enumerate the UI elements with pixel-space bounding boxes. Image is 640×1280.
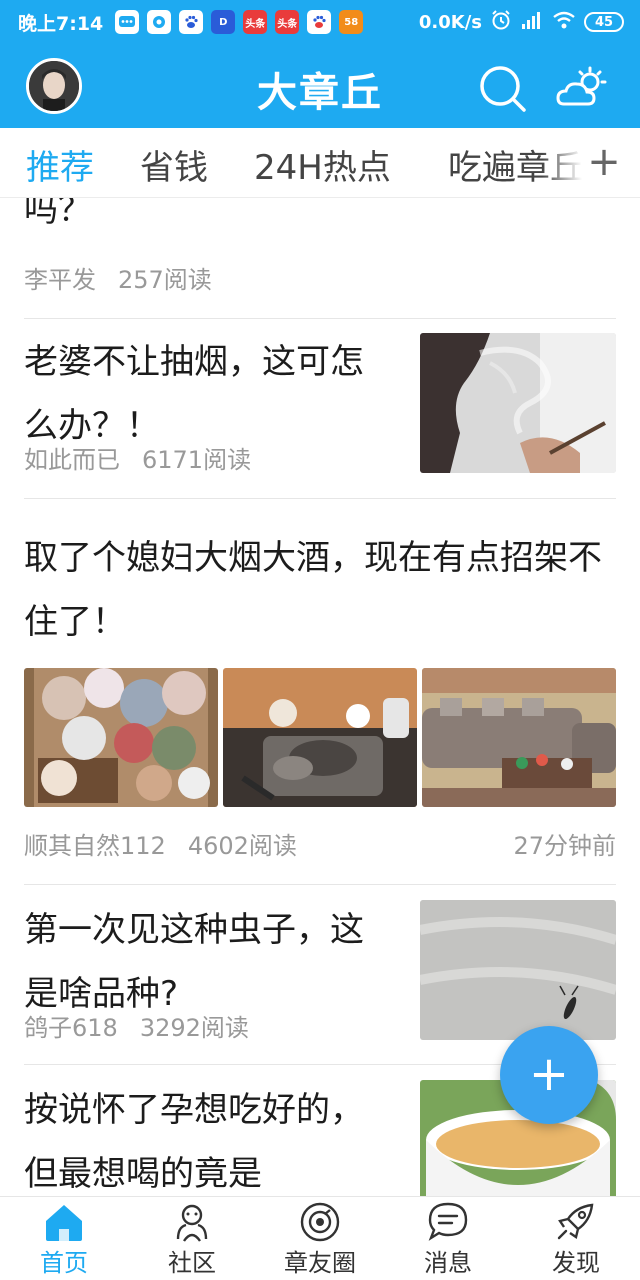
bottom-nav: 首页 社区 章友圈 消息 发现 [0,1196,640,1280]
article-title[interactable]: 取了个媳妇大烟大酒，现在有点招架不住了！ [24,526,616,654]
article-time: 27分钟前 [513,832,616,860]
status-bar: 晚上7:14 D 头条 头条 58 0.0K/s 45 [0,0,640,44]
rocket-icon [554,1201,598,1243]
network-speed: 0.0K/s [418,11,482,33]
status-time: 晚上7:14 [18,12,104,35]
article-author: 如此而已 [24,446,120,474]
article-image-wardrobe[interactable] [24,668,218,807]
nav-label: 发现 [552,1249,600,1277]
nav-messages[interactable]: 消息 [384,1197,512,1280]
nav-community[interactable]: 社区 [128,1197,256,1280]
message-icon [426,1201,470,1243]
nav-label: 消息 [424,1249,472,1277]
article-thumbnail[interactable] [420,333,616,473]
app-header: 大章丘 [0,44,640,128]
article-reads: 6171阅读 [142,446,252,474]
nav-label: 章友圈 [284,1249,356,1277]
nav-home[interactable]: 首页 [0,1197,128,1280]
battery-icon: 45 [584,12,624,32]
article-author: 李平发 [24,266,96,294]
article-title[interactable]: 老婆不让抽烟，这可怎么办？！ [24,330,384,458]
app-title: 大章丘 [257,70,383,116]
toutiao-icon: 头条 [243,10,268,34]
article-meta: 如此而已 6171阅读 [24,440,251,475]
tab-recommend[interactable]: 推荐 [26,140,94,189]
article-meta: 李平发 257阅读 [24,260,212,295]
signal-icon [520,10,544,35]
article-title[interactable]: 按说怀了孕想吃好的，但最想喝的竟是 [24,1078,384,1196]
divider [24,498,616,499]
article-reads: 257阅读 [118,266,212,294]
tab-save-money[interactable]: 省钱 [140,140,208,189]
home-icon [42,1201,86,1243]
toutiao-icon: 头条 [275,10,300,34]
tab-fade [542,128,582,197]
nav-friends-circle[interactable]: 章友圈 [256,1197,384,1280]
tab-24h-hot[interactable]: 24H热点 [254,140,391,189]
58-icon: 58 [339,10,364,34]
article-title[interactable]: 吗？ [24,198,92,242]
alarm-icon [490,9,512,36]
nav-label: 首页 [40,1249,88,1277]
baidu-icon [307,10,332,34]
divider [24,318,616,319]
article-thumbnail[interactable] [420,900,616,1040]
message-icon [115,10,140,34]
add-tab-button[interactable]: + [582,132,626,192]
article-author: 顺其自然112 [24,832,166,860]
community-icon [170,1201,214,1243]
article-author: 鸽子618 [24,1014,118,1042]
wifi-icon [552,10,576,35]
article-image-living-room[interactable] [422,668,616,807]
article-title[interactable]: 第一次见这种虫子，这是啥品种? [24,898,384,1026]
app-icon [147,10,172,34]
article-meta: 鸽子618 3292阅读 [24,1008,249,1043]
compose-button[interactable]: + [500,1026,598,1124]
weather-icon[interactable] [554,64,610,114]
divider [24,884,616,885]
d-app-icon: D [211,10,236,34]
category-tabs: 推荐 省钱 24H热点 吃遍章丘 + [0,128,640,198]
baidu-icon [179,10,204,34]
search-icon[interactable] [478,64,528,114]
friends-circle-icon [298,1201,342,1243]
article-reads: 3292阅读 [139,1014,249,1042]
nav-discover[interactable]: 发现 [512,1197,640,1280]
article-image-sink[interactable] [223,668,417,807]
article-meta: 顺其自然112 4602阅读 [24,826,297,861]
nav-label: 社区 [168,1249,216,1277]
article-reads: 4602阅读 [187,832,297,860]
